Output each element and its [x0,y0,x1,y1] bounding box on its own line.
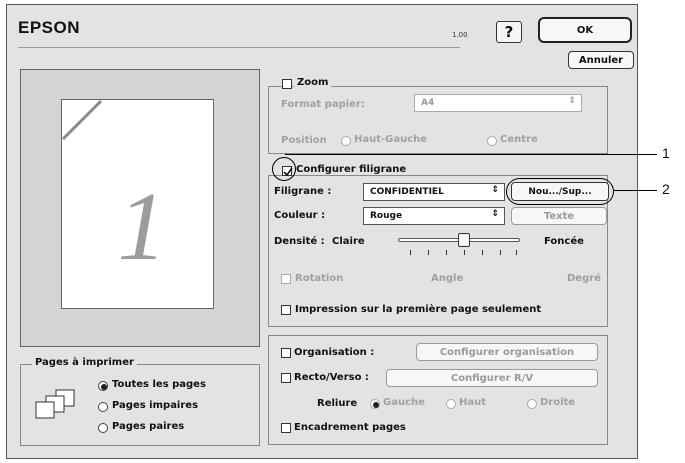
callout-line-2 [614,190,657,191]
position-label: Position [281,135,327,146]
callout-circle-1 [272,157,296,181]
help-button[interactable]: ? [496,21,522,43]
binding-label: Reliure [317,398,358,409]
stacked-pages-icon [35,389,75,419]
binding-radio-top[interactable] [446,399,456,409]
organisation-checkbox[interactable] [281,348,291,358]
position-radio-center[interactable] [487,136,497,146]
configure-duplex-button[interactable]: Configurer R/V [386,369,598,387]
slider-tick [464,250,465,255]
organisation-label: Organisation : [294,347,375,358]
paper-format-value: A4 [421,98,435,108]
paper-format-select[interactable]: A4 ⇕ [414,94,582,112]
color-select[interactable]: Rouge ⇕ [363,207,505,225]
select-arrows-icon: ⇕ [568,96,576,106]
header-divider [18,47,460,48]
configure-watermark-label: Configurer filigrane [293,164,410,175]
slider-tick [446,250,447,255]
page-border-label: Encadrement pages [294,422,406,433]
watermark-select[interactable]: CONFIDENTIEL ⇕ [363,183,505,201]
even-pages-label: Pages paires [112,421,185,432]
zoom-checkbox[interactable] [282,79,292,89]
first-page-only-checkbox[interactable] [281,305,291,315]
binding-option-right: Droite [540,397,576,408]
watermark-label: Filigrane : [274,186,332,197]
all-pages-radio[interactable] [98,381,108,391]
brand-logo: EPSON [18,18,81,37]
all-pages-label: Toutes les pages [112,379,206,390]
binding-option-left: Gauche [383,397,425,408]
position-option-center: Centre [500,134,538,145]
rotation-checkbox[interactable] [281,274,291,284]
binding-option-top: Haut [459,397,487,408]
rotation-label: Rotation [295,273,344,284]
pages-to-print-title: Pages à imprimer [32,357,137,368]
paper-format-label: Format papier: [281,99,365,110]
duplex-checkbox[interactable] [281,373,291,383]
page-fold-mark [61,99,103,141]
configure-organisation-button[interactable]: Configurer organisation [416,343,598,361]
degree-label: Degré [567,273,601,284]
callout-number-1: 1 [662,145,670,161]
slider-tick [482,250,483,255]
color-value: Rouge [370,211,403,221]
first-page-only-label: Impression sur la première page seulemen… [295,304,542,315]
cancel-button[interactable]: Annuler [568,51,634,69]
zoom-label: Zoom [294,77,332,88]
density-label: Densité : [274,236,325,247]
density-light-label: Claire [332,236,365,247]
position-radio-top-left[interactable] [341,136,351,146]
slider-tick [428,250,429,255]
preview-page-number: 1 [117,173,167,281]
odd-pages-radio[interactable] [98,402,108,412]
position-option-top-left: Haut-Gauche [354,134,428,145]
angle-label: Angle [431,273,464,284]
binding-radio-left[interactable] [370,399,380,409]
density-dark-label: Foncée [544,236,584,247]
slider-tick [500,250,501,255]
version-label: 1.00 [452,31,468,39]
select-arrows-icon: ⇕ [491,185,499,195]
color-label: Couleur : [274,210,326,221]
callout-oval-2 [506,178,614,205]
callout-number-2: 2 [662,181,670,197]
text-button[interactable]: Texte [511,207,607,225]
duplex-label: Recto/Verso : [294,372,369,383]
select-arrows-icon: ⇕ [491,209,499,219]
watermark-value: CONFIDENTIEL [370,187,444,197]
slider-tick [516,250,517,255]
slider-tick [410,250,411,255]
ok-button[interactable]: OK [538,17,632,43]
even-pages-radio[interactable] [98,423,108,433]
density-slider-thumb[interactable] [458,233,470,247]
odd-pages-label: Pages impaires [112,400,199,411]
callout-line-1 [285,154,657,155]
binding-radio-right[interactable] [527,399,537,409]
page-border-checkbox[interactable] [281,423,291,433]
